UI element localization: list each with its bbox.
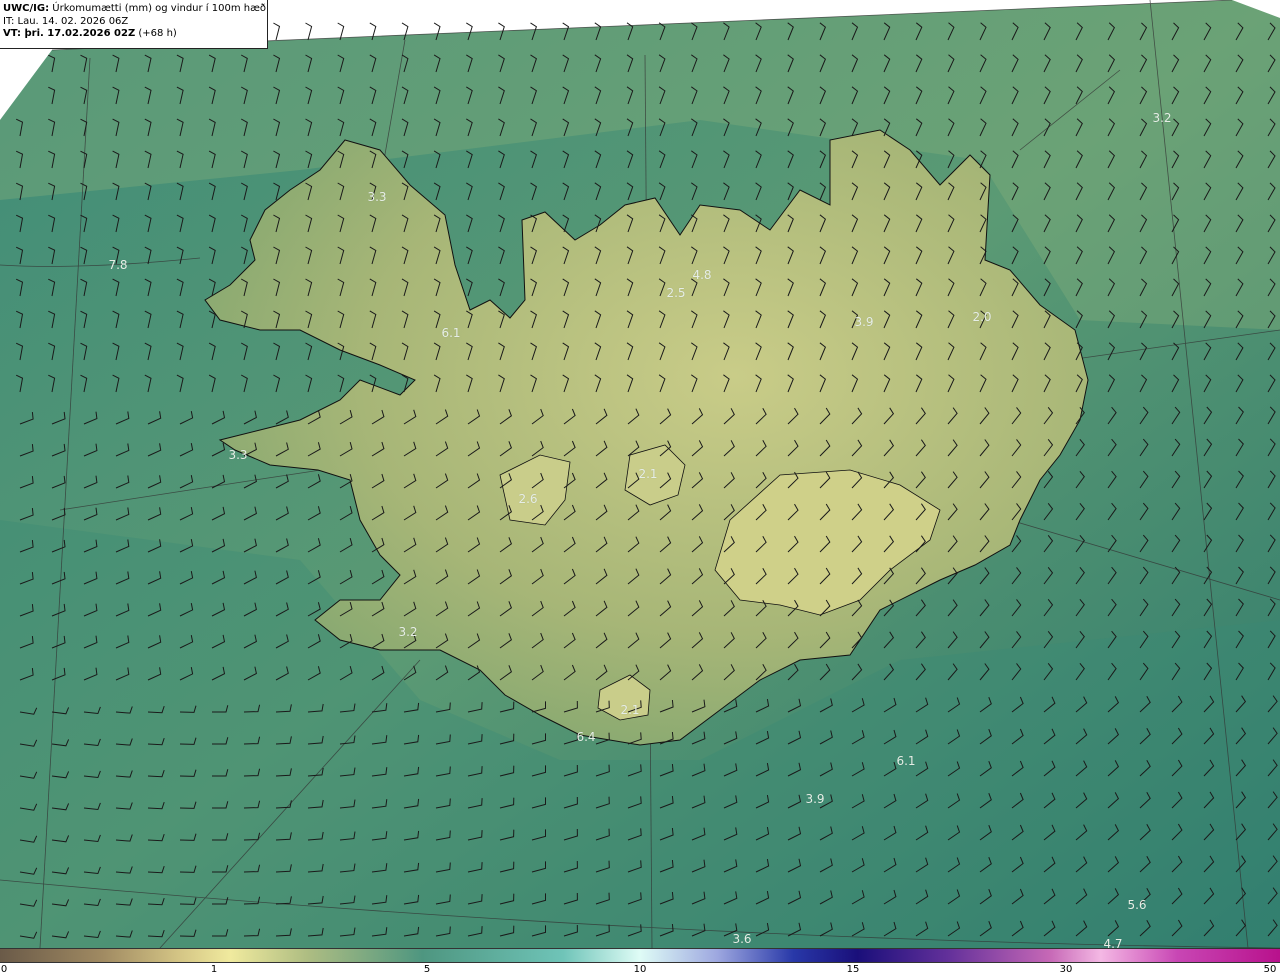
valid-time-line: VT: þri. 17.02.2026 02Z (+68 h) (3, 28, 267, 41)
map-value: 3.6 (732, 932, 752, 946)
map-value: 2.5 (666, 286, 686, 300)
map-value: 3.9 (805, 792, 825, 806)
map-value: 3.3 (228, 448, 248, 462)
map-value: 6.4 (576, 730, 596, 744)
legend-tick: 1 (210, 964, 218, 975)
legend-tick: 15 (846, 964, 860, 975)
legend-tick: 50 (1263, 964, 1277, 975)
model-name: UWC/IG: (3, 3, 50, 14)
map-title: Úrkomumætti (mm) og vindur í 100m hæð (52, 3, 267, 14)
map-info-box: UWC/IG: Úrkomumætti (mm) og vindur í 100… (0, 0, 268, 49)
map-value: 2.0 (972, 310, 992, 324)
lead-time: (+68 h) (138, 28, 177, 39)
map-value: 6.1 (896, 754, 916, 768)
legend-tick: 5 (423, 964, 431, 975)
map-value: 3.2 (1152, 111, 1172, 125)
title-line: UWC/IG: Úrkomumætti (mm) og vindur í 100… (3, 3, 267, 16)
map-value: 3.9 (854, 315, 874, 329)
legend-tick: 0 (0, 964, 8, 975)
legend-tick: 30 (1059, 964, 1073, 975)
map-value: 5.6 (1127, 898, 1147, 912)
map-value: 2.6 (518, 492, 538, 506)
map-value: 3.2 (398, 625, 418, 639)
map-value: 6.1 (441, 326, 461, 340)
map-value: 3.3 (367, 190, 387, 204)
map-value: 4.8 (692, 268, 712, 282)
init-time: IT: Lau. 14. 02. 2026 06Z (3, 15, 129, 27)
map-value: 2.1 (620, 703, 640, 717)
precipitation-color-scale (0, 948, 1280, 963)
valid-time: VT: þri. 17.02.2026 02Z (3, 28, 136, 39)
map-value: 7.8 (108, 258, 128, 272)
map-value: 2.1 (638, 467, 658, 481)
legend-tick: 10 (633, 964, 647, 975)
